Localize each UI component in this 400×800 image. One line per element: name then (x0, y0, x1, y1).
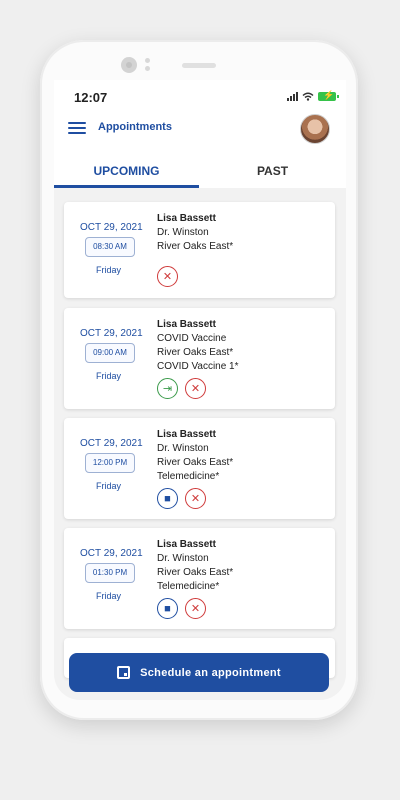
provider-name: Dr. Winston (157, 553, 209, 564)
appointment-date: OCT 29, 2021 (80, 438, 143, 449)
appointment-day: Friday (96, 591, 122, 601)
appointment-date: OCT 29, 2021 (80, 328, 143, 339)
appointment-time: 01:30 PM (85, 563, 135, 583)
cancel-appointment-icon[interactable]: ✕ (185, 488, 206, 509)
patient-name: Lisa Bassett (157, 539, 216, 550)
calendar-icon (117, 666, 131, 679)
schedule-appointment-button[interactable]: Schedule an appointment (69, 653, 329, 692)
appointment-day: Friday (96, 265, 122, 275)
hamburger-menu-icon[interactable] (68, 122, 86, 134)
location-name: River Oaks East* (157, 241, 234, 252)
appointment-card[interactable]: OCT 29, 2021 09:00 AM Friday Lisa Basset… (64, 308, 335, 409)
status-time: 12:07 (74, 90, 108, 105)
provider-name: Dr. Winston (157, 443, 209, 454)
status-icons: ⚡ (287, 90, 339, 101)
appointment-card[interactable]: OCT 29, 2021 12:00 PM Friday Lisa Basset… (64, 418, 335, 519)
appointment-time: 08:30 AM (85, 237, 135, 257)
patient-name: Lisa Bassett (157, 319, 216, 330)
service-name: COVID Vaccine (157, 333, 227, 344)
sensor-icon (145, 66, 150, 71)
location-name: River Oaks East* (157, 457, 234, 468)
appointment-card[interactable]: OCT 29, 2021 08:30 AM Friday Lisa Basset… (64, 202, 335, 298)
tab-past[interactable]: PAST (199, 164, 346, 188)
appointment-actions: ✕ (157, 266, 178, 287)
appointment-day: Friday (96, 371, 122, 381)
battery-icon: ⚡ (318, 90, 339, 101)
schedule-appointment-label: Schedule an appointment (140, 666, 281, 679)
patient-name: Lisa Bassett (157, 213, 216, 224)
appointment-info: Lisa Bassett Dr. Winston River Oaks East… (157, 428, 233, 484)
appointment-actions: ⇥ ✕ (157, 378, 206, 399)
appointment-info: Lisa Bassett Dr. Winston River Oaks East… (157, 538, 233, 594)
page-title: Appointments (98, 121, 172, 133)
provider-name: Dr. Winston (157, 227, 209, 238)
resource-name: COVID Vaccine 1* (157, 361, 239, 372)
appointment-date: OCT 29, 2021 (80, 222, 143, 233)
appointment-date: OCT 29, 2021 (80, 548, 143, 559)
location-name: River Oaks East* (157, 347, 234, 358)
app-header: 12:07 ⚡ Appointments UPCOMING PAST (54, 80, 346, 188)
app-screen: 12:07 ⚡ Appointments UPCOMING PAST OCT 2… (54, 80, 346, 700)
appointment-actions: ■ ✕ (157, 488, 206, 509)
appointment-info: Lisa Bassett Dr. Winston River Oaks East… (157, 212, 233, 254)
appointment-card[interactable]: OCT 29, 2021 01:30 PM Friday Lisa Basset… (64, 528, 335, 629)
cancel-appointment-icon[interactable]: ✕ (157, 266, 178, 287)
signal-icon (287, 92, 298, 101)
check-in-icon[interactable]: ⇥ (157, 378, 178, 399)
camera-icon (121, 57, 137, 73)
wifi-icon (302, 92, 314, 101)
appointment-day: Friday (96, 481, 122, 491)
cancel-appointment-icon[interactable]: ✕ (185, 598, 206, 619)
sensor-icon (145, 58, 150, 63)
location-name: River Oaks East* (157, 567, 234, 578)
patient-name: Lisa Bassett (157, 429, 216, 440)
appointment-info: Lisa Bassett COVID Vaccine River Oaks Ea… (157, 318, 239, 374)
visit-type: Telemedicine* (157, 581, 220, 592)
appointment-actions: ■ ✕ (157, 598, 206, 619)
video-call-icon[interactable]: ■ (157, 598, 178, 619)
tab-upcoming[interactable]: UPCOMING (54, 164, 199, 188)
visit-type: Telemedicine* (157, 471, 220, 482)
avatar[interactable] (300, 114, 330, 144)
appointment-time: 09:00 AM (85, 343, 135, 363)
video-call-icon[interactable]: ■ (157, 488, 178, 509)
appointment-time: 12:00 PM (85, 453, 135, 473)
cancel-appointment-icon[interactable]: ✕ (185, 378, 206, 399)
speaker-grille (182, 63, 216, 68)
